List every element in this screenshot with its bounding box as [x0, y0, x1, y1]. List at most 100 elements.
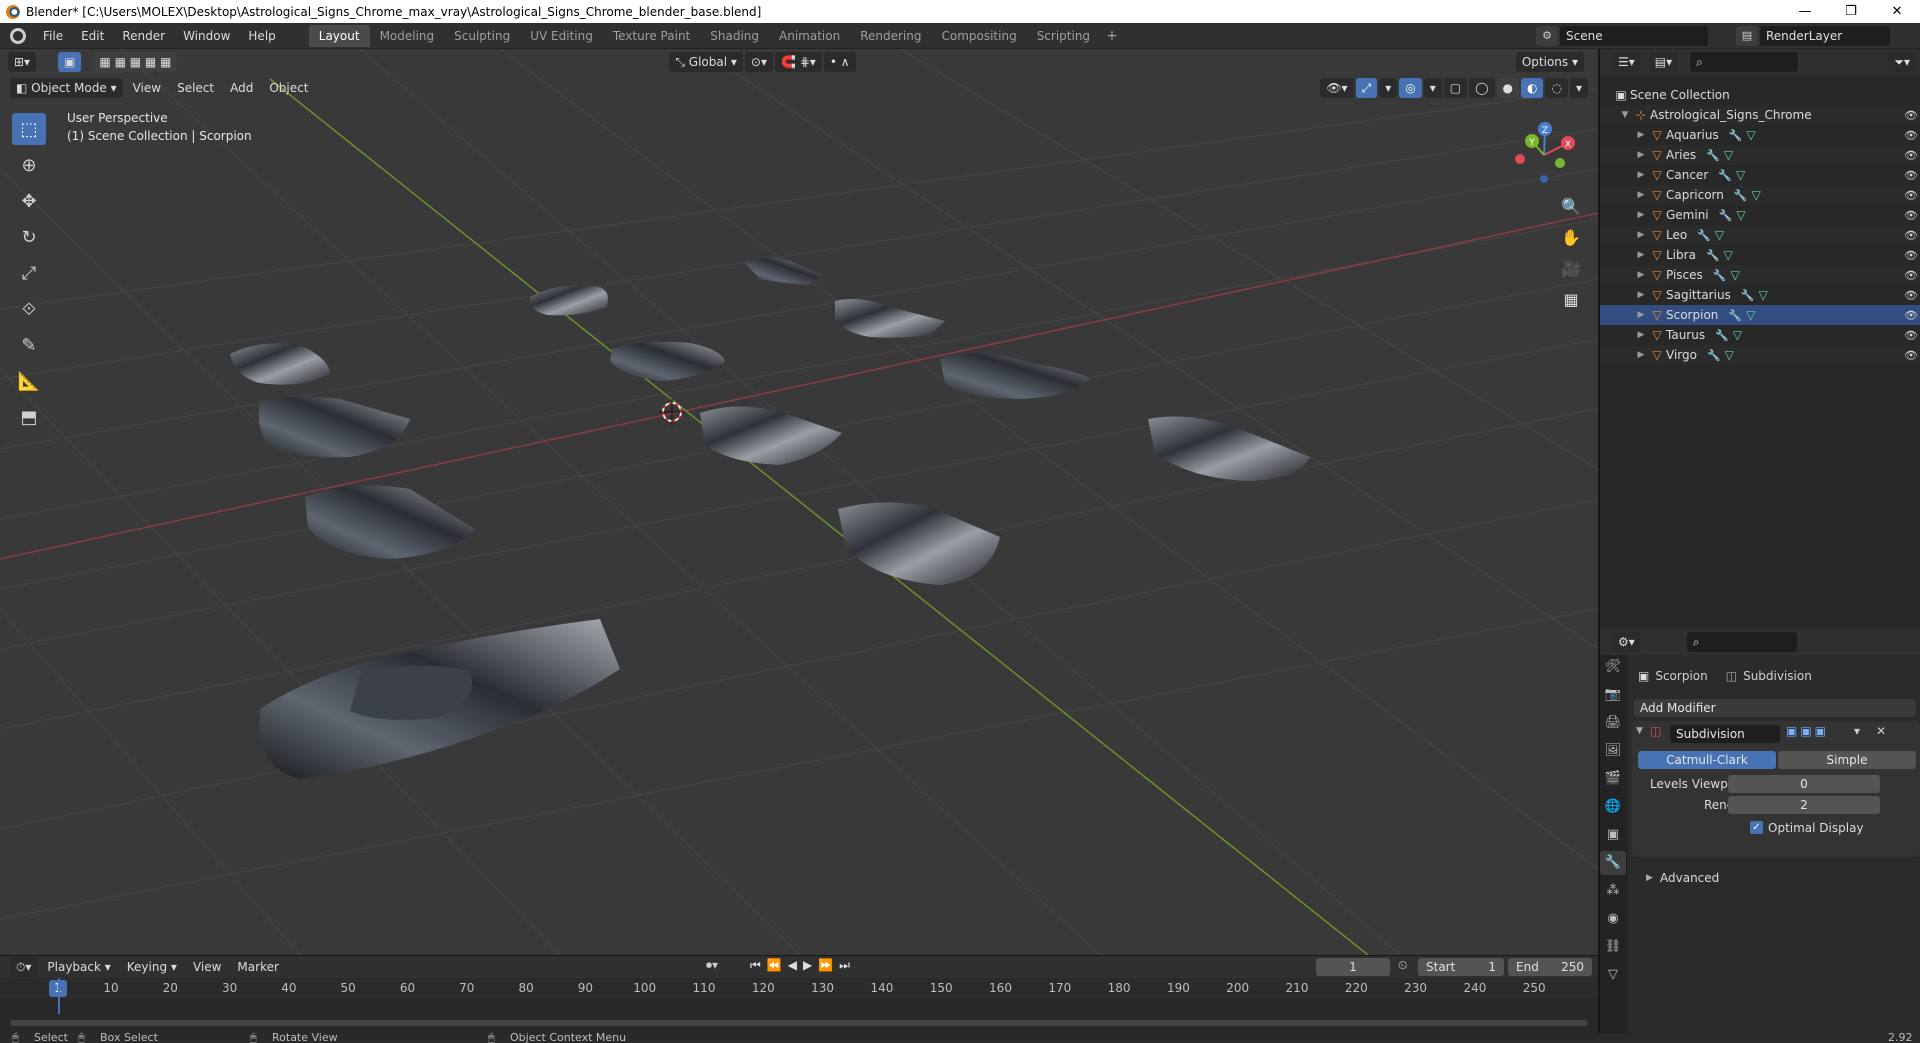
advanced-expand-icon[interactable]: ▶: [1646, 873, 1653, 883]
outliner-item-taurus[interactable]: ▶ ▽ Taurus 🔧 ▽ 👁: [1600, 325, 1920, 345]
data-tab-icon[interactable]: ▽: [1600, 963, 1626, 987]
menu-help[interactable]: Help: [239, 23, 284, 49]
eye-icon[interactable]: 👁: [1904, 349, 1918, 362]
3d-viewport[interactable]: ⊞▾ ▣ ▦ ▦ ▦ ▦ ▦ ⤡ Global ▾ ⊙▾ 🧲 ⋕▾ • ∧ Op…: [0, 49, 1598, 955]
optimal-display-checkbox[interactable]: ✓: [1750, 821, 1763, 834]
timeline-scrollbar[interactable]: [10, 1020, 1588, 1026]
render-layer-field[interactable]: RenderLayer: [1760, 26, 1890, 46]
mesh-data-icon[interactable]: ▽: [1731, 268, 1740, 282]
cursor-tool-icon[interactable]: ⊕: [12, 149, 46, 181]
wrench-icon[interactable]: 🔧: [1734, 189, 1748, 202]
tab-animation[interactable]: Animation: [769, 25, 850, 47]
select-tool-icon[interactable]: ▣: [58, 52, 82, 72]
snap-icon[interactable]: 🧲 ⋕▾: [775, 52, 822, 72]
timeline-editor-type-icon[interactable]: ⏱▾: [10, 957, 38, 977]
view-layer-tab-icon[interactable]: 🖼: [1600, 739, 1626, 763]
playback-controls[interactable]: ⏮⏪◀▶⏩⏭: [750, 958, 856, 973]
collapse-icon[interactable]: ▼: [1636, 726, 1643, 736]
physics-tab-icon[interactable]: ◉: [1600, 907, 1626, 931]
viewport-menu-select[interactable]: Select: [169, 78, 222, 98]
mesh-data-icon[interactable]: ▽: [1724, 148, 1733, 162]
object-tab-icon[interactable]: ▣: [1600, 823, 1626, 847]
expand-icon[interactable]: ▶: [1634, 310, 1648, 320]
modifier-name-field[interactable]: Subdivision: [1670, 725, 1780, 743]
advanced-section-label[interactable]: Advanced: [1660, 871, 1719, 885]
menu-file[interactable]: File: [34, 23, 72, 49]
eye-icon[interactable]: 👁: [1904, 109, 1918, 122]
expand-icon[interactable]: ▶: [1634, 170, 1648, 180]
tab-layout[interactable]: Layout: [308, 24, 370, 47]
viewport-menu-view[interactable]: View: [125, 78, 169, 98]
expand-icon[interactable]: ▶: [1634, 350, 1648, 360]
select-box-tool-icon[interactable]: ⬚: [12, 113, 46, 145]
scene-selector-icon[interactable]: ⚙: [1536, 26, 1558, 46]
ortho-toggle-icon[interactable]: ▦: [1556, 286, 1586, 314]
expand-icon[interactable]: ▶: [1634, 210, 1648, 220]
levels-viewport-field[interactable]: 0: [1728, 775, 1880, 793]
mesh-data-icon[interactable]: ▽: [1759, 288, 1768, 302]
mesh-data-icon[interactable]: ▽: [1746, 128, 1755, 142]
expand-icon[interactable]: ▶: [1634, 230, 1648, 240]
zoom-view-icon[interactable]: 🔍: [1556, 193, 1586, 221]
menu-window[interactable]: Window: [174, 23, 239, 49]
end-frame-field[interactable]: End 250: [1508, 958, 1592, 976]
visibility-icon[interactable]: 👁▾: [1320, 78, 1354, 98]
menu-edit[interactable]: Edit: [72, 23, 113, 49]
xray-icon[interactable]: ▢: [1443, 78, 1468, 98]
tool-tab-icon[interactable]: 🛠: [1600, 655, 1626, 679]
wrench-icon[interactable]: 🔧: [1728, 309, 1742, 322]
mesh-data-icon[interactable]: ▽: [1733, 328, 1742, 342]
outliner-item-aries[interactable]: ▶ ▽ Aries 🔧 ▽ 👁: [1600, 145, 1920, 165]
record-icon[interactable]: ⏺▾: [706, 958, 718, 973]
display-mode-icon[interactable]: ▤▾: [1648, 52, 1679, 72]
shading-dropdown-icon[interactable]: ▾: [1569, 78, 1588, 98]
outliner-search-input[interactable]: ⌕: [1690, 52, 1799, 72]
filter-icon[interactable]: ⏷▾: [1888, 52, 1916, 72]
proportional-edit-icon[interactable]: • ∧: [823, 52, 856, 72]
expand-icon[interactable]: ▶: [1634, 190, 1648, 200]
add-workspace-icon[interactable]: +: [1100, 28, 1124, 44]
expand-icon[interactable]: ▶: [1634, 330, 1648, 340]
eye-icon[interactable]: 👁: [1904, 329, 1918, 342]
outliner[interactable]: ▣ Scene Collection ▼ ⊹ Astrological_Sign…: [1600, 77, 1920, 617]
outliner-item-virgo[interactable]: ▶ ▽ Virgo 🔧 ▽ 👁: [1600, 345, 1920, 365]
expand-icon[interactable]: ▶: [1634, 130, 1648, 140]
current-frame-field[interactable]: 1: [1316, 958, 1390, 976]
wrench-icon[interactable]: 🔧: [1719, 209, 1733, 222]
camera-view-icon[interactable]: 🎥: [1556, 255, 1586, 283]
tab-shading[interactable]: Shading: [700, 25, 769, 47]
constraints-tab-icon[interactable]: ⛓: [1600, 935, 1626, 959]
wrench-icon[interactable]: 🔧: [1715, 329, 1729, 342]
outliner-editor-type-icon[interactable]: ☰▾: [1612, 52, 1641, 72]
modifier-dropdown-icon[interactable]: ▾: [1854, 724, 1860, 738]
eye-icon[interactable]: 👁: [1904, 269, 1918, 282]
mesh-data-icon[interactable]: ▽: [1736, 208, 1745, 222]
expand-icon[interactable]: ▼: [1618, 110, 1632, 120]
outliner-item-sagittarius[interactable]: ▶ ▽ Sagittarius 🔧 ▽ 👁: [1600, 285, 1920, 305]
eye-icon[interactable]: 👁: [1904, 169, 1918, 182]
output-tab-icon[interactable]: 🖨: [1600, 711, 1626, 735]
timeline-track-area[interactable]: [0, 978, 1598, 1034]
modifier-visibility-icons[interactable]: ▣▣▣: [1786, 724, 1829, 738]
simple-button[interactable]: Simple: [1778, 751, 1916, 769]
blender-logo-icon[interactable]: [10, 27, 26, 44]
viewport-menu-add[interactable]: Add: [222, 78, 261, 98]
timeline-menu-marker[interactable]: Marker: [229, 957, 286, 977]
scene-name-field[interactable]: Scene: [1560, 26, 1708, 46]
gizmo-dropdown-icon[interactable]: ▾: [1379, 78, 1398, 98]
mesh-data-icon[interactable]: ▽: [1736, 168, 1745, 182]
wrench-icon[interactable]: 🔧: [1706, 249, 1720, 262]
properties-editor-type-icon[interactable]: ⚙▾: [1612, 632, 1641, 652]
gizmo-toggle-icon[interactable]: ⤢: [1355, 78, 1378, 98]
properties-search-input[interactable]: ⌕: [1686, 632, 1797, 652]
close-icon[interactable]: ✕: [1874, 4, 1920, 19]
transform-orientation-dropdown[interactable]: ⤡ Global ▾: [669, 52, 743, 72]
eye-icon[interactable]: 👁: [1904, 289, 1918, 302]
outliner-item-scorpion[interactable]: ▶ ▽ Scorpion 🔧 ▽ 👁: [1600, 305, 1920, 325]
rendered-shading-icon[interactable]: ◌: [1545, 78, 1568, 98]
particles-tab-icon[interactable]: ⁂: [1600, 879, 1626, 903]
tab-rendering[interactable]: Rendering: [850, 25, 931, 47]
eye-icon[interactable]: 👁: [1904, 229, 1918, 242]
timeline-menu-playback[interactable]: Playback ▾: [39, 957, 118, 977]
viewport-menu-object[interactable]: Object: [261, 78, 316, 98]
